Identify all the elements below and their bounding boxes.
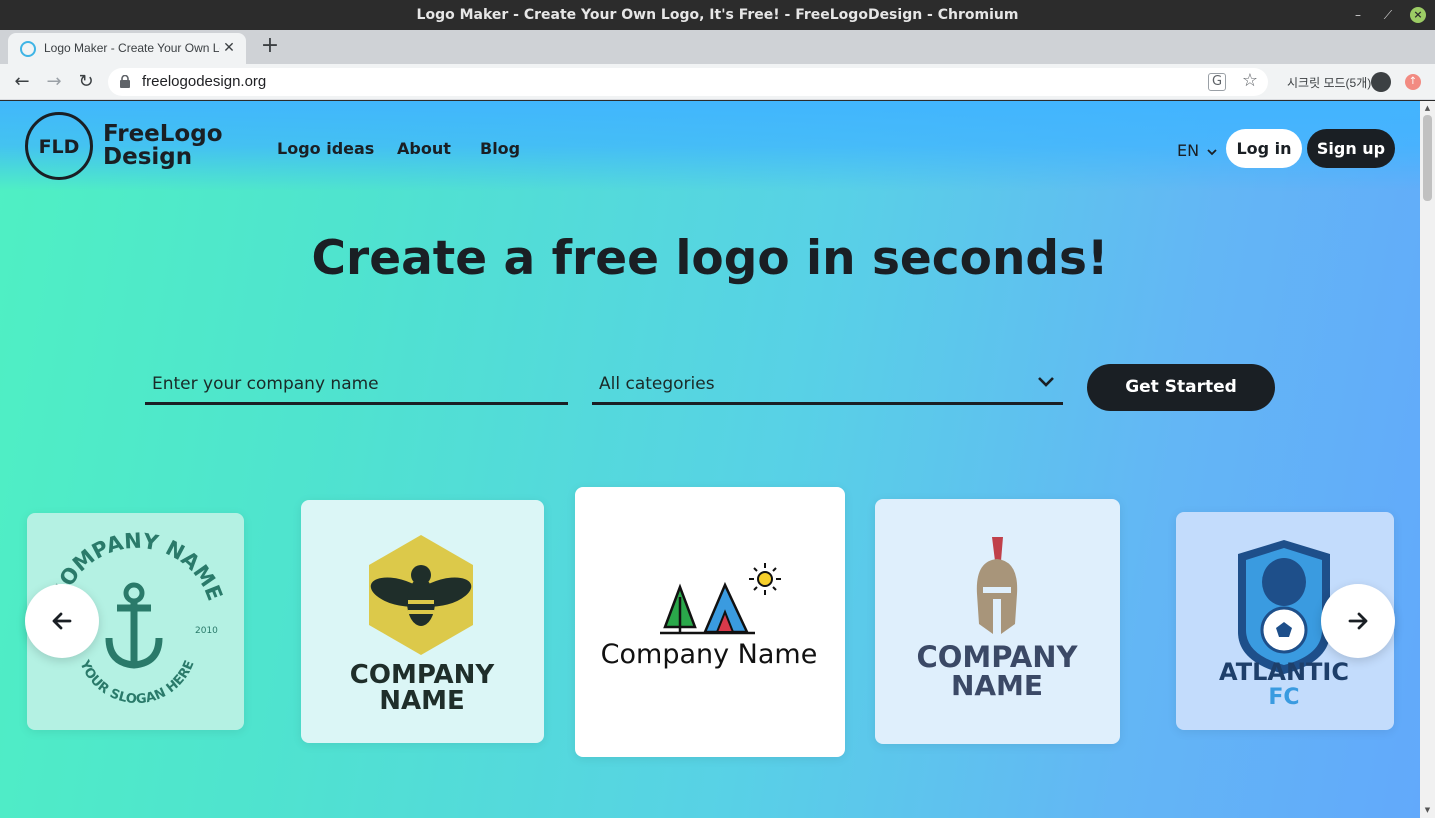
nav-about[interactable]: About [397,139,451,158]
brand-name: FreeLogo Design [103,123,233,169]
camping-logo-name: Company Name [601,639,818,670]
hero-title: Create a free logo in seconds! [311,231,1109,286]
chevron-down-icon [1207,149,1217,156]
logo-card-camping[interactable]: Company Name [575,487,845,757]
carousel-next-button[interactable] [1321,584,1395,658]
browser-toolbar: ← → ↻ freelogodesign.org G ☆ 시크릿 모드(5개) … [0,64,1435,100]
page-scrollbar[interactable]: ▲ ▼ [1420,101,1435,818]
site-logo[interactable]: FLD FreeLogo Design [25,112,230,182]
page-viewport: FLD FreeLogo Design Logo ideas About Blo… [0,101,1420,818]
spartan-helmet-logo-icon: COMPANY NAME [916,537,1079,702]
brand-mark-text: FLD [38,136,80,158]
browser-tab[interactable]: Logo Maker - Create Your Own Logo ✕ [8,33,246,64]
logo-card-bee[interactable]: COMPANY NAME [301,500,544,743]
url-text: freelogodesign.org [142,73,267,90]
login-button[interactable]: Log in [1226,129,1302,168]
company-name-input[interactable]: Enter your company name [145,365,568,405]
forward-button[interactable]: → [42,70,66,94]
get-started-button[interactable]: Get Started [1087,364,1275,411]
reload-button[interactable]: ↻ [74,70,98,94]
close-window-icon[interactable]: × [1410,7,1426,23]
bee-logo-icon: COMPANY NAME [350,535,495,716]
new-tab-button[interactable]: + [258,35,282,59]
bee-logo-line2: NAME [379,686,465,716]
brand-name-line1: FreeLogo [103,121,223,147]
tab-title: Logo Maker - Create Your Own Logo [44,41,220,55]
atlantic-logo-line2: FC [1268,685,1299,710]
window-title: Logo Maker - Create Your Own Logo, It's … [416,7,1019,23]
incognito-icon[interactable] [1371,72,1391,92]
bookmark-star-icon[interactable]: ☆ [1242,70,1258,91]
address-bar[interactable]: freelogodesign.org G ☆ [108,68,1268,96]
category-value: All categories [599,374,715,394]
site-favicon-icon [20,41,36,57]
arrow-left-icon [52,612,72,630]
scroll-up-icon[interactable]: ▲ [1423,104,1432,112]
brand-name-line2: Design [103,144,193,170]
logo-card-spartan[interactable]: COMPANY NAME [875,499,1120,744]
arrow-right-icon [1348,612,1368,630]
scroll-down-icon[interactable]: ▼ [1423,806,1432,814]
minimize-icon[interactable]: – [1350,7,1366,23]
translate-icon[interactable]: G [1208,73,1226,91]
nav-blog[interactable]: Blog [480,139,520,158]
incognito-label: 시크릿 모드(5개) [1287,76,1372,90]
extension-icon[interactable]: ↑ [1405,74,1421,90]
camping-logo-icon: Company Name [601,563,818,670]
signup-button[interactable]: Sign up [1307,129,1395,168]
back-button[interactable]: ← [10,70,34,94]
lock-icon [120,75,130,88]
company-name-placeholder: Enter your company name [152,374,379,394]
atlantic-logo-line1: ATLANTIC [1219,658,1349,686]
chevron-down-icon [1038,377,1054,387]
anchor-logo-year: 2010 [195,626,218,636]
spartan-logo-line2: NAME [951,669,1043,702]
restore-icon[interactable]: ⟋ [1380,7,1396,23]
category-select[interactable]: All categories [592,365,1063,405]
scrollbar-thumb[interactable] [1423,115,1432,201]
language-selector[interactable]: EN [1177,141,1217,160]
tab-strip: Logo Maker - Create Your Own Logo ✕ + [0,30,1435,64]
tab-close-icon[interactable]: ✕ [220,39,238,57]
language-label: EN [1177,141,1200,160]
window-titlebar: Logo Maker - Create Your Own Logo, It's … [0,0,1435,30]
brand-mark: FLD [25,112,93,180]
nav-logo-ideas[interactable]: Logo ideas [277,139,374,158]
carousel-prev-button[interactable] [25,584,99,658]
